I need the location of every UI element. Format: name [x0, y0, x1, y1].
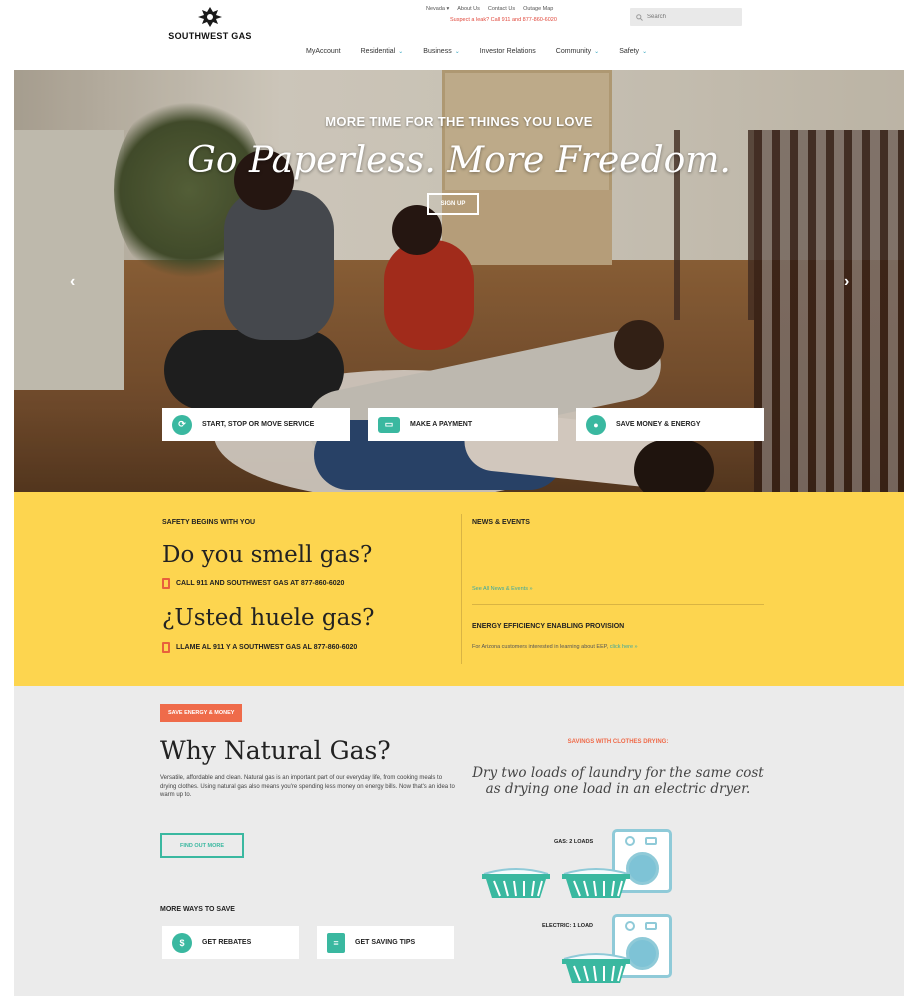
- tile-label: START, STOP OR MOVE SERVICE: [202, 421, 315, 428]
- payment-icon: ▭: [378, 416, 400, 433]
- southwest-gas-logo[interactable]: SOUTHWEST GAS: [160, 6, 260, 41]
- make-a-payment-button[interactable]: ▭ MAKE A PAYMENT: [368, 408, 558, 441]
- state-selector[interactable]: Nevada ▾: [426, 6, 449, 12]
- utility-nav: Nevada ▾ About Us Contact Us Outage Map: [426, 6, 553, 12]
- leak-notice: Suspect a leak? Call 911 and 877-860-602…: [450, 17, 557, 23]
- laundry-basket-icon: [562, 953, 630, 983]
- site-header: SOUTHWEST GAS Nevada ▾ About Us Contact …: [0, 0, 904, 70]
- savings-text: Dry two loads of laundry for the same co…: [472, 765, 764, 797]
- chevron-down-icon: ⌄: [594, 49, 600, 55]
- call-text-en: CALL 911 AND SOUTHWEST GAS AT 877-860-60…: [176, 580, 345, 587]
- dryer-panel: [645, 922, 657, 930]
- nav-label: Residential: [360, 48, 396, 55]
- smell-gas-heading-es: ¿Usted huele gas?: [162, 605, 375, 631]
- tile-label: GET SAVING TIPS: [355, 939, 416, 946]
- dryer-knob: [625, 836, 635, 846]
- smell-gas-heading-en: Do you smell gas?: [162, 542, 373, 568]
- main-nav: MyAccount Residential ⌄ Business ⌄ Inves…: [306, 48, 647, 55]
- laundry-basket-icon: [482, 868, 550, 898]
- tile-label: GET REBATES: [202, 939, 252, 946]
- nav-item-residential[interactable]: Residential ⌄: [361, 48, 404, 55]
- nav-label: Investor Relations: [479, 48, 536, 55]
- eep-heading: ENERGY EFFICIENCY ENABLING PROVISION: [472, 623, 625, 630]
- gas-loads-label: GAS: 2 LOADS: [554, 839, 594, 845]
- search-icon: [636, 13, 643, 21]
- carousel-next-arrow-icon[interactable]: ›: [844, 273, 849, 291]
- search-box[interactable]: [630, 8, 742, 26]
- nav-item-safety[interactable]: Safety ⌄: [619, 48, 647, 55]
- eep-link[interactable]: click here »: [610, 644, 638, 650]
- nav-item-myaccount[interactable]: MyAccount: [306, 48, 341, 55]
- chevron-down-icon: ⌄: [642, 49, 648, 55]
- save-energy-tag: SAVE ENERGY & MONEY: [160, 704, 243, 722]
- nav-label: Community: [555, 48, 592, 55]
- safety-eyebrow: SAFETY BEGINS WITH YOU: [162, 519, 256, 526]
- phone-icon: [162, 642, 170, 653]
- hero-eyebrow: MORE TIME FOR THE THINGS YOU LOVE: [325, 114, 593, 129]
- laundry-basket-icon: [562, 868, 630, 898]
- find-out-more-button[interactable]: FIND OUT MORE: [160, 833, 244, 858]
- start-stop-move-service-button[interactable]: ⟳ START, STOP OR MOVE SERVICE: [162, 408, 350, 441]
- nav-item-community[interactable]: Community ⌄: [556, 48, 599, 55]
- tips-icon: ≡: [327, 932, 345, 953]
- savings-heading: SAVINGS WITH CLOTHES DRYING:: [567, 739, 669, 745]
- call-instruction-en: CALL 911 AND SOUTHWEST GAS AT 877-860-60…: [162, 578, 344, 589]
- dryer-panel: [645, 837, 657, 845]
- search-input[interactable]: [647, 14, 727, 20]
- eep-text: For Arizona customers interested in lear…: [472, 644, 638, 650]
- dollar-icon: $: [172, 932, 192, 953]
- more-ways-heading: MORE WAYS TO SAVE: [160, 906, 235, 913]
- dryer-knob: [625, 921, 635, 931]
- nav-item-business[interactable]: Business ⌄: [423, 48, 459, 55]
- see-all-news-link[interactable]: See All News & Events »: [472, 586, 533, 592]
- get-rebates-button[interactable]: $ GET REBATES: [162, 926, 299, 959]
- nav-label: MyAccount: [306, 48, 341, 55]
- news-divider: [472, 604, 764, 605]
- call-text-es: LLAME AL 911 Y A SOUTHWEST GAS AL 877-86…: [176, 644, 358, 651]
- phone-icon: [162, 578, 170, 589]
- chevron-down-icon: ⌄: [454, 49, 460, 55]
- tile-label: MAKE A PAYMENT: [410, 421, 473, 428]
- sign-up-button[interactable]: SIGN UP: [427, 193, 479, 215]
- nav-label: Business: [423, 48, 452, 55]
- carousel-prev-arrow-icon[interactable]: ‹: [70, 273, 75, 291]
- hero-title: Go Paperless. More Freedom.: [187, 140, 731, 181]
- call-instruction-es: LLAME AL 911 Y A SOUTHWEST GAS AL 877-86…: [162, 642, 357, 653]
- nav-label: Safety: [619, 48, 640, 55]
- hero-banner: MORE TIME FOR THE THINGS YOU LOVE Go Pap…: [14, 70, 904, 492]
- chevron-down-icon: ⌄: [398, 49, 404, 55]
- section-divider: [461, 514, 462, 664]
- get-saving-tips-button[interactable]: ≡ GET SAVING TIPS: [317, 926, 454, 959]
- electric-loads-label: ELECTRIC: 1 LOAD: [542, 923, 594, 929]
- piggy-bank-icon: ●: [586, 414, 606, 435]
- service-icon: ⟳: [172, 414, 192, 435]
- about-us-link[interactable]: About Us: [457, 6, 480, 12]
- why-natural-gas-body: Versatile, affordable and clean. Natural…: [160, 775, 455, 799]
- save-energy-section: SAVE ENERGY & MONEY Why Natural Gas? Ver…: [14, 686, 904, 996]
- logo-text: SOUTHWEST GAS: [168, 31, 252, 41]
- flame-logo-icon: [198, 7, 222, 27]
- outage-map-link[interactable]: Outage Map: [523, 6, 553, 12]
- news-events-heading: NEWS & EVENTS: [472, 519, 530, 526]
- nav-item-investor-relations[interactable]: Investor Relations: [480, 48, 536, 55]
- safety-section: SAFETY BEGINS WITH YOU Do you smell gas?…: [14, 492, 904, 686]
- why-natural-gas-heading: Why Natural Gas?: [160, 736, 391, 765]
- save-money-energy-button[interactable]: ● SAVE MONEY & ENERGY: [576, 408, 764, 441]
- contact-us-link[interactable]: Contact Us: [488, 6, 515, 12]
- tile-label: SAVE MONEY & ENERGY: [616, 421, 701, 428]
- eep-description: For Arizona customers interested in lear…: [472, 644, 609, 650]
